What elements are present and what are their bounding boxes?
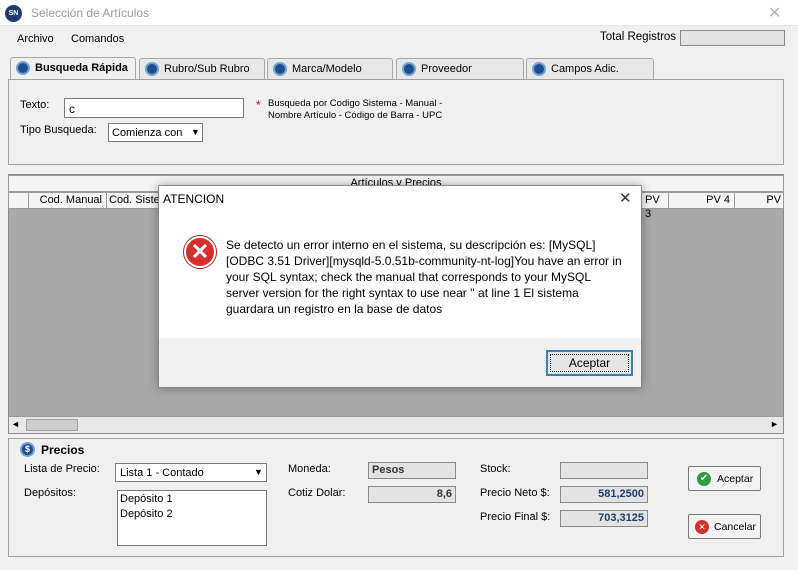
scroll-left-icon[interactable]: ◄ [11, 419, 20, 429]
dialog-close-icon[interactable]: ✕ [619, 189, 632, 207]
tab-campos-adic[interactable]: Campos Adic. [526, 58, 654, 80]
precio-neto-field: 581,2500 [560, 486, 648, 503]
menu-archivo[interactable]: Archivo [17, 33, 54, 45]
total-registros-label: Total Registros [600, 31, 677, 43]
cancel-icon: ✕ [695, 520, 709, 534]
horizontal-scrollbar[interactable]: ◄ ► [9, 416, 783, 433]
precio-neto-label: Precio Neto $: [480, 487, 550, 499]
menu-bar: Archivo Comandos [0, 26, 798, 48]
total-registros-field [680, 30, 785, 46]
cotiz-dolar-field: 8,6 [368, 486, 456, 503]
chevron-down-icon[interactable]: ▼ [189, 125, 202, 140]
search-icon [145, 62, 159, 76]
depositos-label: Depósitos: [24, 487, 76, 499]
precio-final-label: Precio Final $: [480, 511, 551, 523]
col-cod-manual[interactable]: Cod. Manual [29, 193, 107, 209]
chevron-down-icon[interactable]: ▼ [252, 465, 265, 480]
search-panel [8, 79, 784, 165]
precios-title: Precios [41, 443, 85, 457]
title-bar: SN Selección de Artículos ✕ [0, 0, 798, 26]
stock-field [560, 462, 648, 479]
cotiz-dolar-label: Cotiz Dolar: [288, 487, 346, 499]
col-pv[interactable]: PV [735, 193, 785, 209]
check-icon: ✔ [697, 472, 711, 486]
stock-label: Stock: [480, 463, 511, 475]
scroll-right-icon[interactable]: ► [770, 419, 779, 429]
precio-final-field: 703,3125 [560, 510, 648, 527]
row-selector-header [9, 193, 29, 209]
moneda-label: Moneda: [288, 463, 331, 475]
lista-precio-label: Lista de Precio: [24, 463, 100, 475]
tab-label: Campos Adic. [551, 63, 619, 75]
col-pv3[interactable]: PV 3 [643, 193, 669, 220]
hint-line-2: Nombre Artículo - Código de Barra - UPC [268, 110, 443, 121]
tab-strip: Busqueda Rápida Rubro/Sub Rubro Marca/Mo… [0, 56, 798, 81]
search-icon [402, 62, 416, 76]
depositos-list[interactable]: Depósito 1 Depósito 2 [117, 490, 267, 546]
tipo-busqueda-select[interactable]: Comienza con ▼ [108, 123, 203, 142]
cancelar-label: Cancelar [714, 521, 757, 533]
search-icon [16, 61, 30, 75]
hint-line-1: Busqueda por Codigo Sistema - Manual - [268, 98, 443, 109]
tab-label: Rubro/Sub Rubro [164, 63, 250, 75]
search-icon [532, 62, 546, 76]
moneda-field: Pesos [368, 462, 456, 479]
menu-comandos[interactable]: Comandos [71, 33, 124, 45]
tab-label: Marca/Modelo [292, 63, 362, 75]
cancelar-button[interactable]: ✕ Cancelar [688, 514, 761, 539]
tipo-busqueda-value: Comienza con [112, 127, 183, 139]
col-pv4[interactable]: PV 4 [669, 193, 735, 209]
aceptar-label: Aceptar [717, 473, 754, 485]
lista-precio-select[interactable]: Lista 1 - Contado ▼ [115, 463, 267, 482]
hint-asterisk: * [256, 98, 261, 112]
texto-label: Texto: [20, 99, 50, 111]
tipo-busqueda-label: Tipo Busqueda: [20, 124, 97, 136]
tab-label: Proveedor [421, 63, 472, 75]
list-item[interactable]: Depósito 1 [120, 493, 173, 505]
dollar-icon: $ [20, 442, 35, 457]
error-dialog: ATENCION ✕ ✕ Se detecto un error interno… [158, 185, 642, 388]
window-title: Selección de Artículos [31, 6, 150, 20]
tab-proveedor[interactable]: Proveedor [396, 58, 524, 80]
dialog-message: Se detecto un error interno en el sistem… [226, 238, 622, 316]
tab-label: Busqueda Rápida [35, 62, 128, 74]
app-logo-icon: SN [5, 5, 22, 22]
aceptar-button[interactable]: ✔ Aceptar [688, 466, 761, 491]
texto-input[interactable]: c [64, 98, 244, 118]
dialog-title: ATENCION [163, 192, 225, 206]
search-icon [273, 62, 287, 76]
lista-precio-value: Lista 1 - Contado [120, 467, 204, 479]
list-item[interactable]: Depósito 2 [120, 508, 173, 520]
tab-marca-modelo[interactable]: Marca/Modelo [267, 58, 393, 80]
tab-busqueda-rapida[interactable]: Busqueda Rápida [10, 57, 136, 81]
tab-rubro[interactable]: Rubro/Sub Rubro [139, 58, 265, 80]
scrollbar-thumb[interactable] [26, 419, 78, 431]
dialog-aceptar-button[interactable]: Aceptar [546, 350, 633, 376]
error-icon: ✕ [184, 236, 216, 268]
close-icon[interactable]: ✕ [768, 3, 781, 23]
